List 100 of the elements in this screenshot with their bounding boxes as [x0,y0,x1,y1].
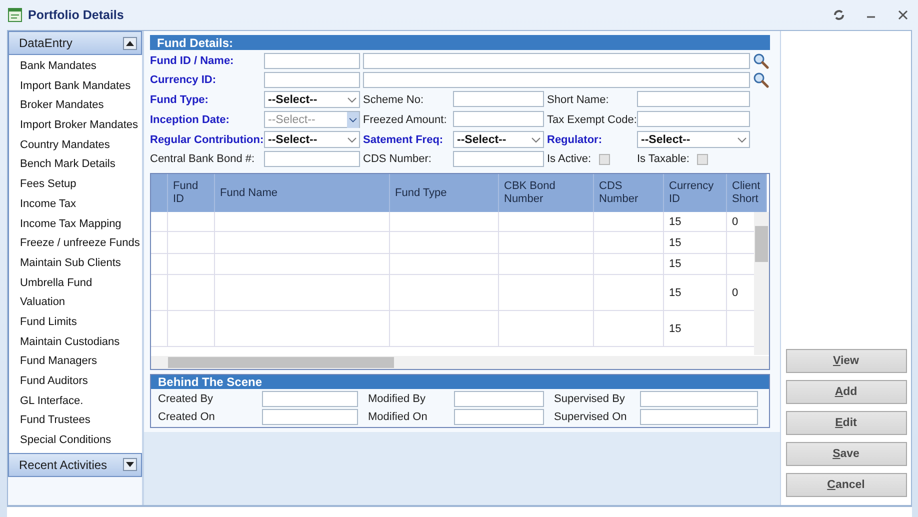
sidebar-item[interactable]: Fund Managers [9,352,142,372]
table-cell [168,254,215,275]
search-icon[interactable] [753,53,769,69]
input-field[interactable] [637,91,750,107]
action-button[interactable]: View [786,349,906,373]
action-button[interactable]: Add [786,380,906,404]
sidebar-item[interactable]: Import Broker Mandates [9,116,142,136]
toggle-button[interactable] [123,458,137,472]
field-label: Currency ID: [150,74,218,86]
table-cell [594,212,664,232]
field-label: Inception Date: [150,114,230,126]
input-field[interactable] [264,151,360,167]
row-header [151,311,168,347]
table-cell: 15 [664,275,727,311]
window-icon [8,8,22,22]
sidebar-item[interactable]: Maintain Sub Clients [9,254,142,274]
dropdown[interactable]: --Select-- [637,131,750,148]
dropdown[interactable]: --Select-- [264,91,360,108]
column-header[interactable]: Fund Type [390,174,499,212]
column-header[interactable]: Currency ID [664,174,727,212]
input-field[interactable] [264,72,360,88]
row-header [151,232,168,254]
table-cell: 15 [664,212,727,232]
checkbox[interactable] [697,154,708,164]
sidebar-item[interactable]: Fees Setup [9,175,142,195]
field-label: Scheme No: [363,94,425,106]
field-label: Satement Freq: [363,134,444,146]
table-cell [168,311,215,347]
column-header[interactable]: Fund ID [168,174,215,212]
field-label: Created On [158,411,216,423]
checkbox-label: Is Taxable: [637,151,750,167]
field-label: Supervised By [554,393,626,405]
table-cell [594,275,664,311]
checkbox[interactable] [599,154,610,164]
toggle-button[interactable] [123,36,137,50]
table-cell [168,275,215,311]
action-button[interactable]: Cancel [786,473,906,497]
section-header[interactable]: Recent Activities [8,452,142,477]
action-button[interactable]: Save [786,442,906,466]
input-field[interactable] [264,53,360,69]
caret-icon [735,134,749,144]
input-field[interactable] [640,409,758,425]
sidebar-item[interactable]: Valuation [9,293,142,313]
sidebar-item[interactable]: Import Bank Mandates [9,76,142,96]
column-header[interactable]: Client Short [727,174,767,212]
sidebar-item[interactable]: Special Conditions [9,431,142,451]
input-field[interactable] [363,53,750,69]
caret-icon [529,134,543,144]
input-field[interactable] [262,391,358,407]
sidebar-item[interactable]: Umbrella Fund [9,274,142,294]
input-field[interactable] [453,111,544,127]
column-header[interactable]: CDS Number [594,174,664,212]
input-field[interactable] [453,151,544,167]
input-field[interactable] [454,409,544,425]
field-label: Fund ID / Name: [150,55,235,67]
input-field[interactable] [640,391,758,407]
sidebar-item[interactable]: Income Tax Mapping [9,214,142,234]
close-icon[interactable] [896,8,910,22]
action-button[interactable]: Edit [786,411,906,435]
sidebar-item[interactable]: Bench Mark Details [9,155,142,176]
section-header[interactable]: DataEntry [8,31,142,55]
sidebar-item[interactable]: Fund Trustees [9,411,142,432]
vertical-scrollbar[interactable] [754,212,769,355]
section-header: Behind The Scene [151,375,769,389]
sidebar-item[interactable]: Maintain Custodians [9,332,142,352]
table-cell [594,232,664,254]
input-field[interactable] [637,111,750,127]
input-field[interactable] [363,72,750,88]
table-cell [594,311,664,347]
horizontal-scrollbar[interactable] [151,356,769,369]
table-cell [168,212,215,232]
field-label: Modified On [368,411,428,423]
caret-icon [347,112,359,128]
dropdown[interactable]: --Select-- [264,131,360,148]
sidebar-item[interactable]: Country Mandates [9,136,142,156]
column-header[interactable]: Fund Name [215,174,390,212]
sidebar-item[interactable]: Fund Limits [9,312,142,333]
field-label: Freezed Amount: [363,114,448,126]
sidebar-item[interactable]: Freeze / unfreeze Funds [9,234,142,254]
sidebar-item[interactable]: Fund Auditors [9,372,142,392]
sidebar-item[interactable]: Income Tax [9,194,142,214]
caret-icon [345,134,359,144]
field-label: Modified By [368,393,426,405]
input-field[interactable] [262,409,358,425]
dropdown[interactable]: --Select-- [453,131,544,148]
search-icon[interactable] [753,72,769,88]
field-label: Regular Contribution: [150,134,261,146]
refresh-icon[interactable] [832,8,846,22]
column-header[interactable]: CBK Bond Number [499,174,594,212]
field-label: Tax Exempt Code: [547,114,634,126]
input-field[interactable] [454,391,544,407]
caret-icon [345,94,359,104]
sidebar-item[interactable]: Bank Mandates [9,57,142,77]
field-label: Short Name: [547,94,610,106]
field-label: Supervised On [554,411,628,423]
input-field[interactable] [453,91,544,107]
triangle-icon [126,462,134,468]
sidebar-item[interactable]: GL Interface. [9,392,142,412]
field-label: Regulator: [547,134,603,146]
sidebar-item[interactable]: Broker Mandates [9,96,142,116]
